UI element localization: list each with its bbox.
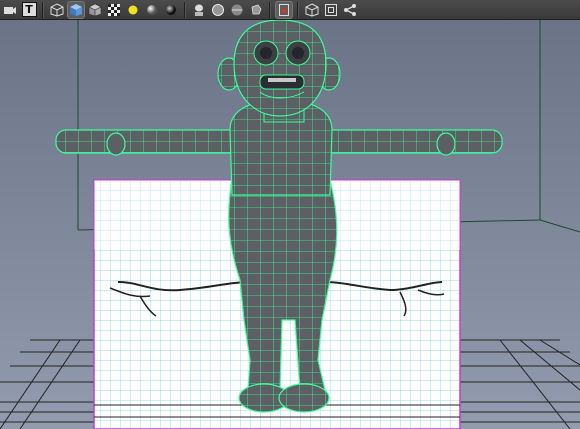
xray-button[interactable] xyxy=(210,2,226,18)
text-icon: T xyxy=(21,2,37,17)
xray-joint-icon xyxy=(231,4,243,15)
smooth-shade-button[interactable] xyxy=(67,0,85,19)
screen-space-ao-button[interactable] xyxy=(163,2,179,18)
grid-toggle-button[interactable] xyxy=(304,2,320,18)
light-bulb-icon xyxy=(128,5,138,14)
sphere-dark-icon xyxy=(166,4,176,15)
film-gate-button[interactable] xyxy=(323,2,339,18)
toolbar-separator xyxy=(42,1,44,18)
cube-wire-shaded-icon xyxy=(88,3,102,16)
use-all-lights-button[interactable] xyxy=(125,2,141,18)
isolate-select-button[interactable] xyxy=(191,2,207,18)
textured-button[interactable] xyxy=(106,2,122,18)
figure-icon xyxy=(195,4,203,16)
panel-toolbar: T xyxy=(0,0,580,20)
xray-components-button[interactable] xyxy=(248,2,264,18)
share-icon xyxy=(344,3,356,16)
xray-component-icon xyxy=(251,4,262,14)
wireframe-button[interactable] xyxy=(49,2,65,18)
text-button[interactable]: T xyxy=(21,2,37,18)
cube-shaded-icon xyxy=(70,3,82,16)
grid-cube-icon xyxy=(305,2,319,17)
xray-joints-button[interactable] xyxy=(229,2,245,18)
sphere-shaded-icon xyxy=(147,4,157,15)
resolution-gate-button[interactable] xyxy=(275,0,293,19)
film-gate-icon xyxy=(325,3,337,16)
toolbar-separator xyxy=(269,1,271,18)
wireframe-on-shaded-button[interactable] xyxy=(87,2,103,18)
xray-sphere-icon xyxy=(212,3,224,16)
share-button[interactable] xyxy=(342,2,358,18)
cube-wireframe-icon xyxy=(50,2,64,17)
checker-icon xyxy=(108,3,120,16)
camera-select-button[interactable] xyxy=(2,2,18,18)
maya-app: T xyxy=(0,0,580,429)
camera-icon xyxy=(4,6,16,14)
toolbar-separator xyxy=(297,1,299,18)
perspective-viewport[interactable]: persp xyxy=(0,20,580,429)
toolbar-separator xyxy=(184,1,186,18)
gate-icon xyxy=(279,3,289,16)
shadows-button[interactable] xyxy=(144,2,160,18)
